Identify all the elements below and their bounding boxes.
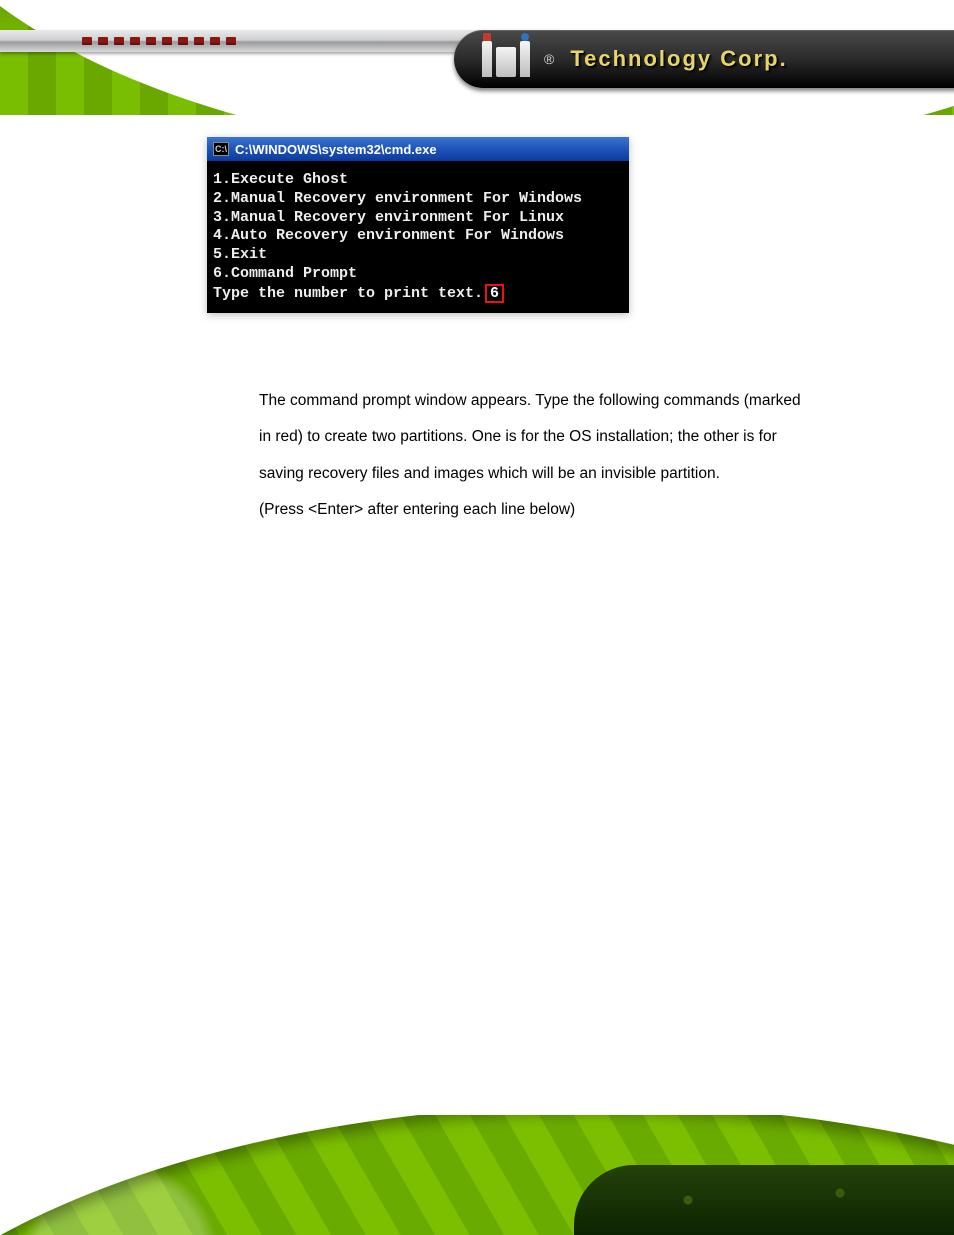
instruction-line-2: in red) to create two partitions. One is… <box>259 419 879 455</box>
instruction-line-1: The command prompt window appears. Type … <box>259 383 879 419</box>
page-header: ® Technology Corp. <box>0 0 954 115</box>
brand-strip: ® Technology Corp. <box>454 30 954 88</box>
instruction-line-4: (Press <Enter> after entering each line … <box>259 492 879 528</box>
cmd-prompt-text: Type the number to print text. <box>213 285 483 302</box>
cmd-line-2: 2.Manual Recovery environment For Window… <box>213 190 582 207</box>
cmd-line-1: 1.Execute Ghost <box>213 171 348 188</box>
cmd-line-3: 3.Manual Recovery environment For Linux <box>213 209 564 226</box>
cmd-input-highlight: 6 <box>485 284 504 303</box>
instruction-paragraph: The command prompt window appears. Type … <box>259 383 879 529</box>
footer-pcb-dark <box>574 1165 954 1235</box>
cmd-line-4: 4.Auto Recovery environment For Windows <box>213 227 564 244</box>
cmd-line-6: 6.Command Prompt <box>213 265 357 282</box>
brand-name: Technology Corp. <box>570 46 787 72</box>
registered-mark: ® <box>544 51 554 67</box>
cmd-line-5: 5.Exit <box>213 246 267 263</box>
header-dot-row <box>82 37 236 45</box>
instruction-line-3: saving recovery files and images which w… <box>259 456 879 492</box>
cmd-title-text: C:\WINDOWS\system32\cmd.exe <box>235 142 437 157</box>
page-footer <box>0 1115 954 1235</box>
iei-logo-icon <box>482 41 530 77</box>
cmd-body: 1.Execute Ghost 2.Manual Recovery enviro… <box>207 161 629 313</box>
page-body: C:\ C:\WINDOWS\system32\cmd.exe 1.Execut… <box>0 115 954 1115</box>
cmd-window: C:\ C:\WINDOWS\system32\cmd.exe 1.Execut… <box>207 137 629 313</box>
cmd-titlebar-icon: C:\ <box>213 142 229 156</box>
cmd-titlebar: C:\ C:\WINDOWS\system32\cmd.exe <box>207 137 629 161</box>
